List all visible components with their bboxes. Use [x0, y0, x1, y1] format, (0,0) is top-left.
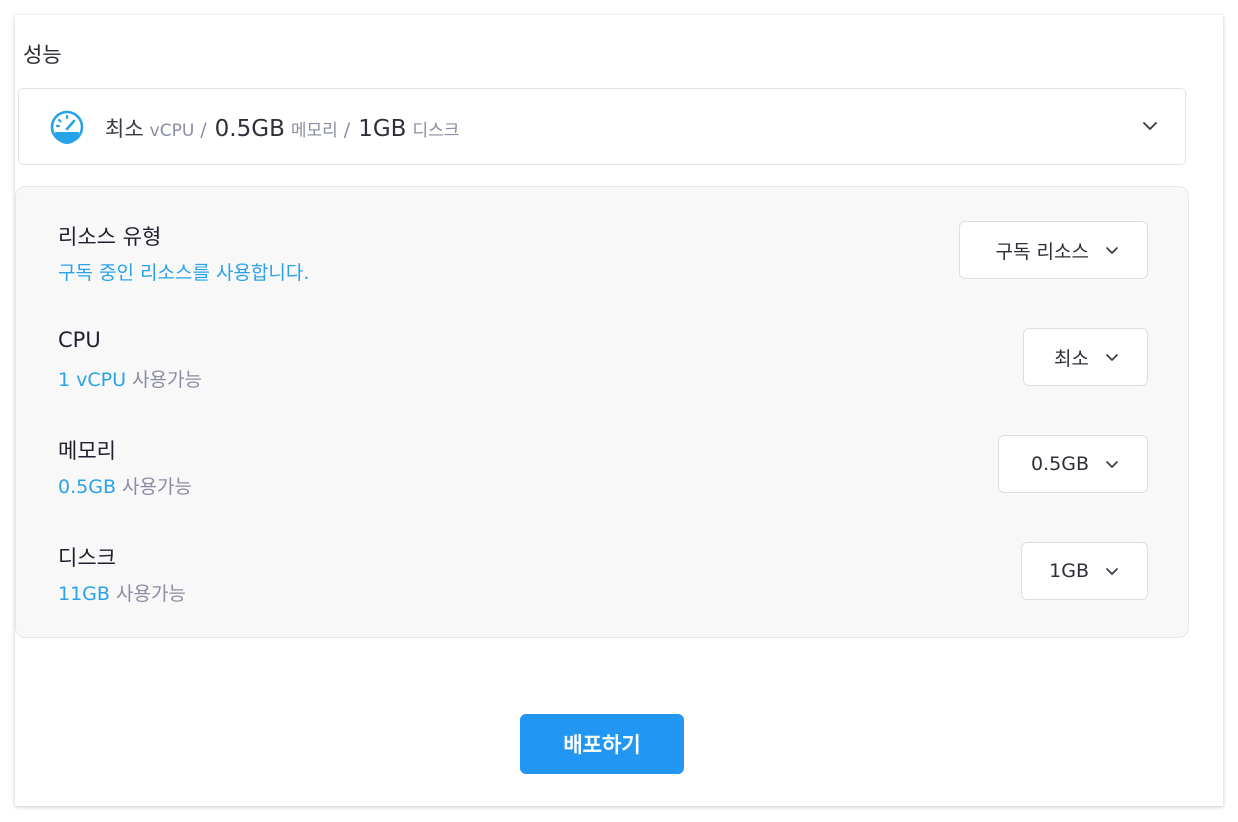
cpu-available-value: 1 vCPU	[58, 369, 127, 391]
summary-separator: /	[343, 119, 351, 141]
resource-type-row: 리소스 유형 구독 중인 리소스를 사용합니다. 구독 리소스	[58, 221, 1148, 284]
resource-type-select-value: 구독 리소스	[995, 240, 1089, 263]
cpu-select[interactable]: 최소	[1023, 328, 1148, 386]
cpu-select-value: 최소	[1054, 347, 1089, 370]
memory-label: 메모리	[58, 439, 116, 463]
section-title: 성능	[23, 43, 62, 67]
resource-type-label: 리소스 유형	[58, 225, 162, 249]
summary-cpu-unit: vCPU	[149, 121, 195, 141]
memory-row: 메모리 0.5GB 사용가능 0.5GB	[58, 435, 1148, 498]
deploy-button[interactable]: 배포하기	[520, 714, 684, 774]
performance-card: 성능 최소 vCPU / 0.5GB 메모리 / 1GB 디스크 리소스 유형	[15, 15, 1223, 806]
disk-select[interactable]: 1GB	[1021, 542, 1148, 600]
disk-available-suffix: 사용가능	[115, 583, 186, 605]
summary-memory-label: 메모리	[290, 121, 338, 141]
chevron-down-icon	[1106, 461, 1118, 468]
resource-type-select[interactable]: 구독 리소스	[959, 221, 1148, 279]
summary-memory-value: 0.5GB	[214, 116, 285, 142]
memory-available-value: 0.5GB	[58, 476, 116, 498]
summary-separator: /	[200, 119, 207, 141]
cpu-row: CPU 1 vCPU 사용가능 최소	[58, 328, 1148, 391]
memory-available-suffix: 사용가능	[122, 476, 192, 498]
chevron-down-icon	[1143, 122, 1157, 130]
cpu-desc: 1 vCPU 사용가능	[58, 365, 202, 392]
resource-settings-panel: 리소스 유형 구독 중인 리소스를 사용합니다. 구독 리소스 CPU 1 vC…	[15, 186, 1189, 638]
disk-row: 디스크 11GB 사용가능 1GB	[58, 542, 1148, 605]
summary-text: 최소 vCPU / 0.5GB 메모리 / 1GB 디스크	[105, 89, 465, 166]
disk-available-value: 11GB	[58, 583, 110, 605]
summary-disk-value: 1GB	[358, 116, 407, 142]
resource-type-desc-text: 구독 중인 리소스를 사용합니다.	[58, 262, 310, 284]
disk-label: 디스크	[58, 546, 116, 570]
resource-type-desc: 구독 중인 리소스를 사용합니다.	[58, 258, 309, 285]
memory-desc: 0.5GB 사용가능	[58, 472, 192, 499]
chevron-down-icon	[1106, 247, 1118, 254]
memory-select[interactable]: 0.5GB	[998, 435, 1148, 493]
speedometer-icon	[50, 110, 84, 144]
summary-tier: 최소	[105, 117, 144, 141]
disk-select-value: 1GB	[1049, 560, 1089, 582]
chevron-down-icon	[1106, 568, 1118, 575]
performance-summary-dropdown[interactable]: 최소 vCPU / 0.5GB 메모리 / 1GB 디스크	[18, 88, 1186, 165]
cpu-label: CPU	[58, 328, 101, 352]
disk-desc: 11GB 사용가능	[58, 579, 186, 606]
summary-disk-label: 디스크	[412, 121, 460, 141]
cpu-available-suffix: 사용가능	[132, 369, 202, 391]
chevron-down-icon	[1106, 354, 1118, 361]
memory-select-value: 0.5GB	[1031, 453, 1089, 475]
